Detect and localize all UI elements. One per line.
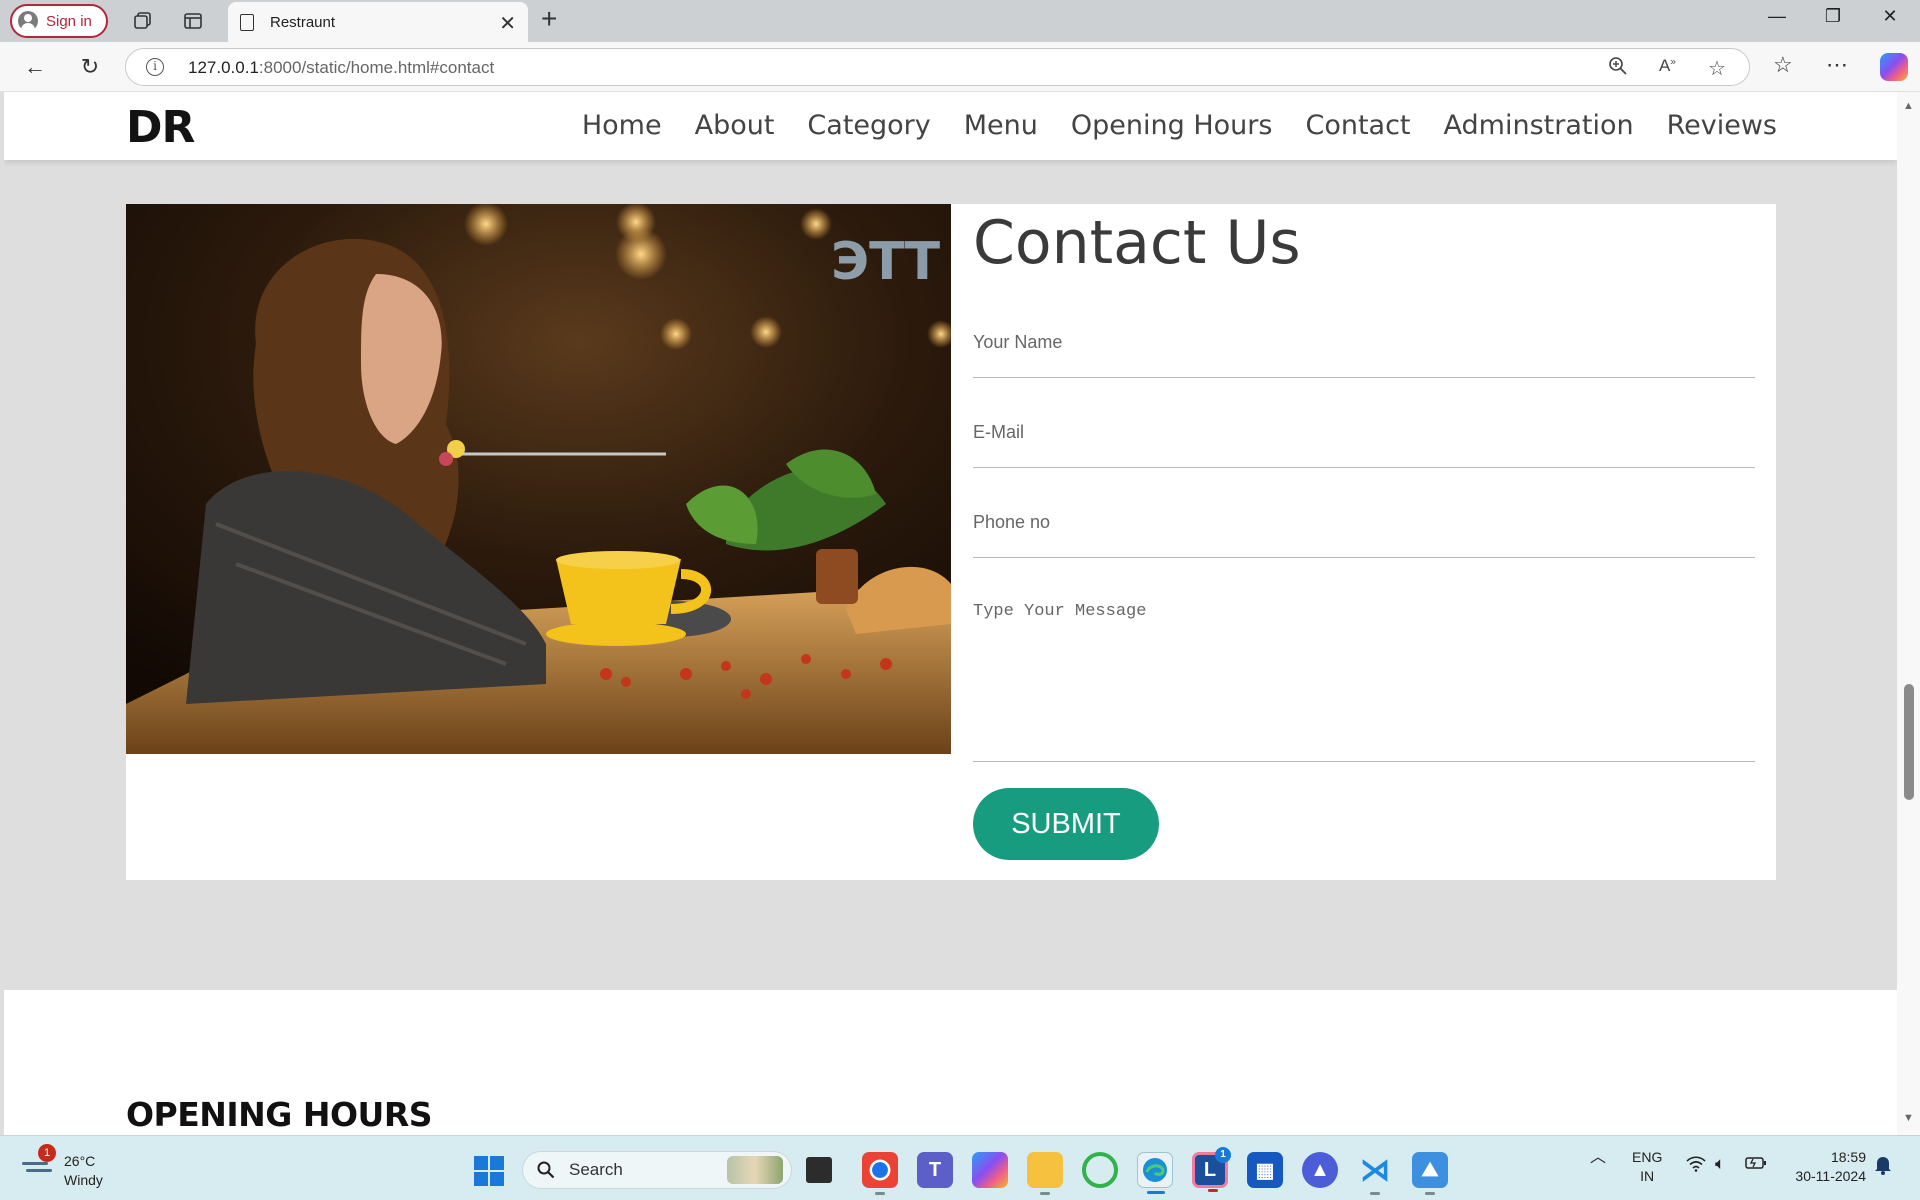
page-viewport: DR Home About Category Menu Opening Hour…: [4, 92, 1897, 1135]
battery-icon[interactable]: [1745, 1156, 1767, 1175]
main-nav: Home About Category Menu Opening Hours C…: [582, 110, 1777, 141]
tab-title: Restraunt: [270, 13, 336, 31]
minimize-button[interactable]: —: [1757, 6, 1797, 27]
submit-button[interactable]: SUBMIT: [973, 788, 1159, 860]
site-info-icon[interactable]: i: [146, 58, 164, 76]
scrollbar-thumb[interactable]: [1904, 684, 1914, 800]
name-field[interactable]: Your Name: [973, 332, 1755, 378]
nav-home[interactable]: Home: [582, 110, 662, 141]
language-indicator[interactable]: ENG IN: [1632, 1148, 1662, 1186]
taskbar-search[interactable]: Search: [522, 1151, 792, 1189]
notification-bell-icon[interactable]: [1874, 1155, 1892, 1180]
search-icon: [537, 1161, 555, 1179]
nav-reviews[interactable]: Reviews: [1667, 110, 1777, 141]
mail-app-icon[interactable]: L 1: [1192, 1147, 1231, 1192]
clock[interactable]: 18:59 30-11-2024: [1786, 1148, 1866, 1186]
nav-contact[interactable]: Contact: [1305, 110, 1410, 141]
file-explorer-icon[interactable]: [1027, 1152, 1063, 1195]
clock-date: 30-11-2024: [1795, 1168, 1866, 1184]
clock-time: 18:59: [1830, 1149, 1866, 1165]
nav-category[interactable]: Category: [807, 110, 930, 141]
contact-title: Contact Us: [973, 208, 1301, 278]
scroll-up-icon[interactable]: ▲: [1903, 100, 1914, 112]
opening-hours-title: OPENING HOURS: [126, 1095, 433, 1134]
favorites-list-icon[interactable]: ☆: [1773, 52, 1793, 78]
message-textarea[interactable]: Type Your Message: [973, 602, 1755, 762]
opening-hours-section: OPENING HOURS: [4, 990, 1897, 1135]
read-aloud-icon[interactable]: A»: [1659, 56, 1676, 76]
show-hidden-icons-icon[interactable]: ︿: [1590, 1148, 1606, 1167]
weather-icon[interactable]: 1: [22, 1144, 56, 1180]
url-text[interactable]: 127.0.0.1:8000/static/home.html#contact: [188, 58, 494, 78]
nav-adminstration[interactable]: Adminstration: [1444, 110, 1634, 141]
browser-toolbar: ← ↻ i 127.0.0.1:8000/static/home.html#co…: [0, 42, 1920, 92]
close-window-button[interactable]: ✕: [1870, 6, 1910, 27]
profile-signin-button[interactable]: Sign in: [10, 4, 108, 38]
svg-text:ЭТТ: ЭТТ: [831, 232, 941, 292]
restaurant-photo: ЭТТ: [126, 204, 951, 754]
vscode-icon[interactable]: ⋊: [1357, 1152, 1393, 1195]
page-document-icon: [240, 13, 254, 31]
weather-widget[interactable]: 26°C Windy: [64, 1152, 103, 1190]
chrome-icon[interactable]: [862, 1152, 898, 1195]
refresh-icon[interactable]: ↻: [75, 54, 105, 80]
wind-icon: [22, 1162, 48, 1165]
teams-icon[interactable]: T: [917, 1152, 953, 1188]
back-arrow-icon[interactable]: ←: [20, 54, 50, 80]
close-tab-icon[interactable]: ✕: [499, 11, 516, 36]
volume-icon[interactable]: 🔈︎: [1715, 1154, 1725, 1173]
sync-app-icon[interactable]: [1082, 1152, 1118, 1188]
nav-opening-hours[interactable]: Opening Hours: [1071, 110, 1273, 141]
affinity-icon[interactable]: ▲: [1302, 1152, 1338, 1188]
address-bar[interactable]: i 127.0.0.1:8000/static/home.html#contac…: [125, 48, 1750, 86]
weather-condition: Windy: [64, 1172, 103, 1188]
profile-avatar-icon: [18, 11, 38, 31]
edge-icon[interactable]: [1137, 1152, 1173, 1194]
page-scrollbar[interactable]: ▲ ▼: [1897, 92, 1920, 1135]
copilot-app-icon[interactable]: [972, 1152, 1008, 1188]
email-field[interactable]: E-Mail: [973, 422, 1755, 468]
site-logo[interactable]: DR: [126, 102, 195, 153]
phone-field[interactable]: Phone no: [973, 512, 1755, 558]
mail-badge: 1: [1215, 1147, 1231, 1163]
search-highlight-image: [727, 1156, 783, 1184]
wifi-icon[interactable]: [1686, 1156, 1706, 1176]
new-tab-button[interactable]: +: [541, 3, 557, 35]
photos-icon[interactable]: ⛰: [1412, 1152, 1448, 1195]
copilot-icon[interactable]: [1880, 53, 1908, 81]
browser-tab-strip: Sign in Restraunt ✕ + — ❐ ✕: [0, 0, 1920, 42]
scroll-down-icon[interactable]: ▼: [1903, 1112, 1914, 1124]
tab-restraunt[interactable]: Restraunt ✕: [228, 2, 528, 42]
zoom-icon[interactable]: [1608, 56, 1628, 82]
nav-menu[interactable]: Menu: [964, 110, 1038, 141]
more-options-icon[interactable]: ⋯: [1826, 52, 1848, 78]
microsoft-store-icon[interactable]: ▦: [1247, 1152, 1283, 1188]
signin-label: Sign in: [46, 12, 92, 30]
workspaces-icon[interactable]: [130, 8, 156, 34]
contact-section: ЭТТ Contact Us Your Name E-Mail Phone no…: [126, 204, 1776, 880]
start-button[interactable]: [474, 1156, 504, 1186]
search-label: Search: [569, 1160, 623, 1179]
restore-button[interactable]: ❐: [1813, 6, 1853, 27]
nav-about[interactable]: About: [695, 110, 775, 141]
temperature: 26°C: [64, 1153, 96, 1169]
task-view-icon[interactable]: [806, 1157, 832, 1183]
windows-taskbar: 1 26°C Windy Search T L 1 ▦ ▲ ⋊ ⛰ ︿ ENG …: [0, 1135, 1920, 1200]
favorite-star-icon[interactable]: ☆: [1708, 56, 1726, 81]
vertical-tabs-icon[interactable]: [180, 8, 206, 34]
site-header: DR Home About Category Menu Opening Hour…: [4, 92, 1897, 160]
weather-badge: 1: [38, 1144, 56, 1162]
